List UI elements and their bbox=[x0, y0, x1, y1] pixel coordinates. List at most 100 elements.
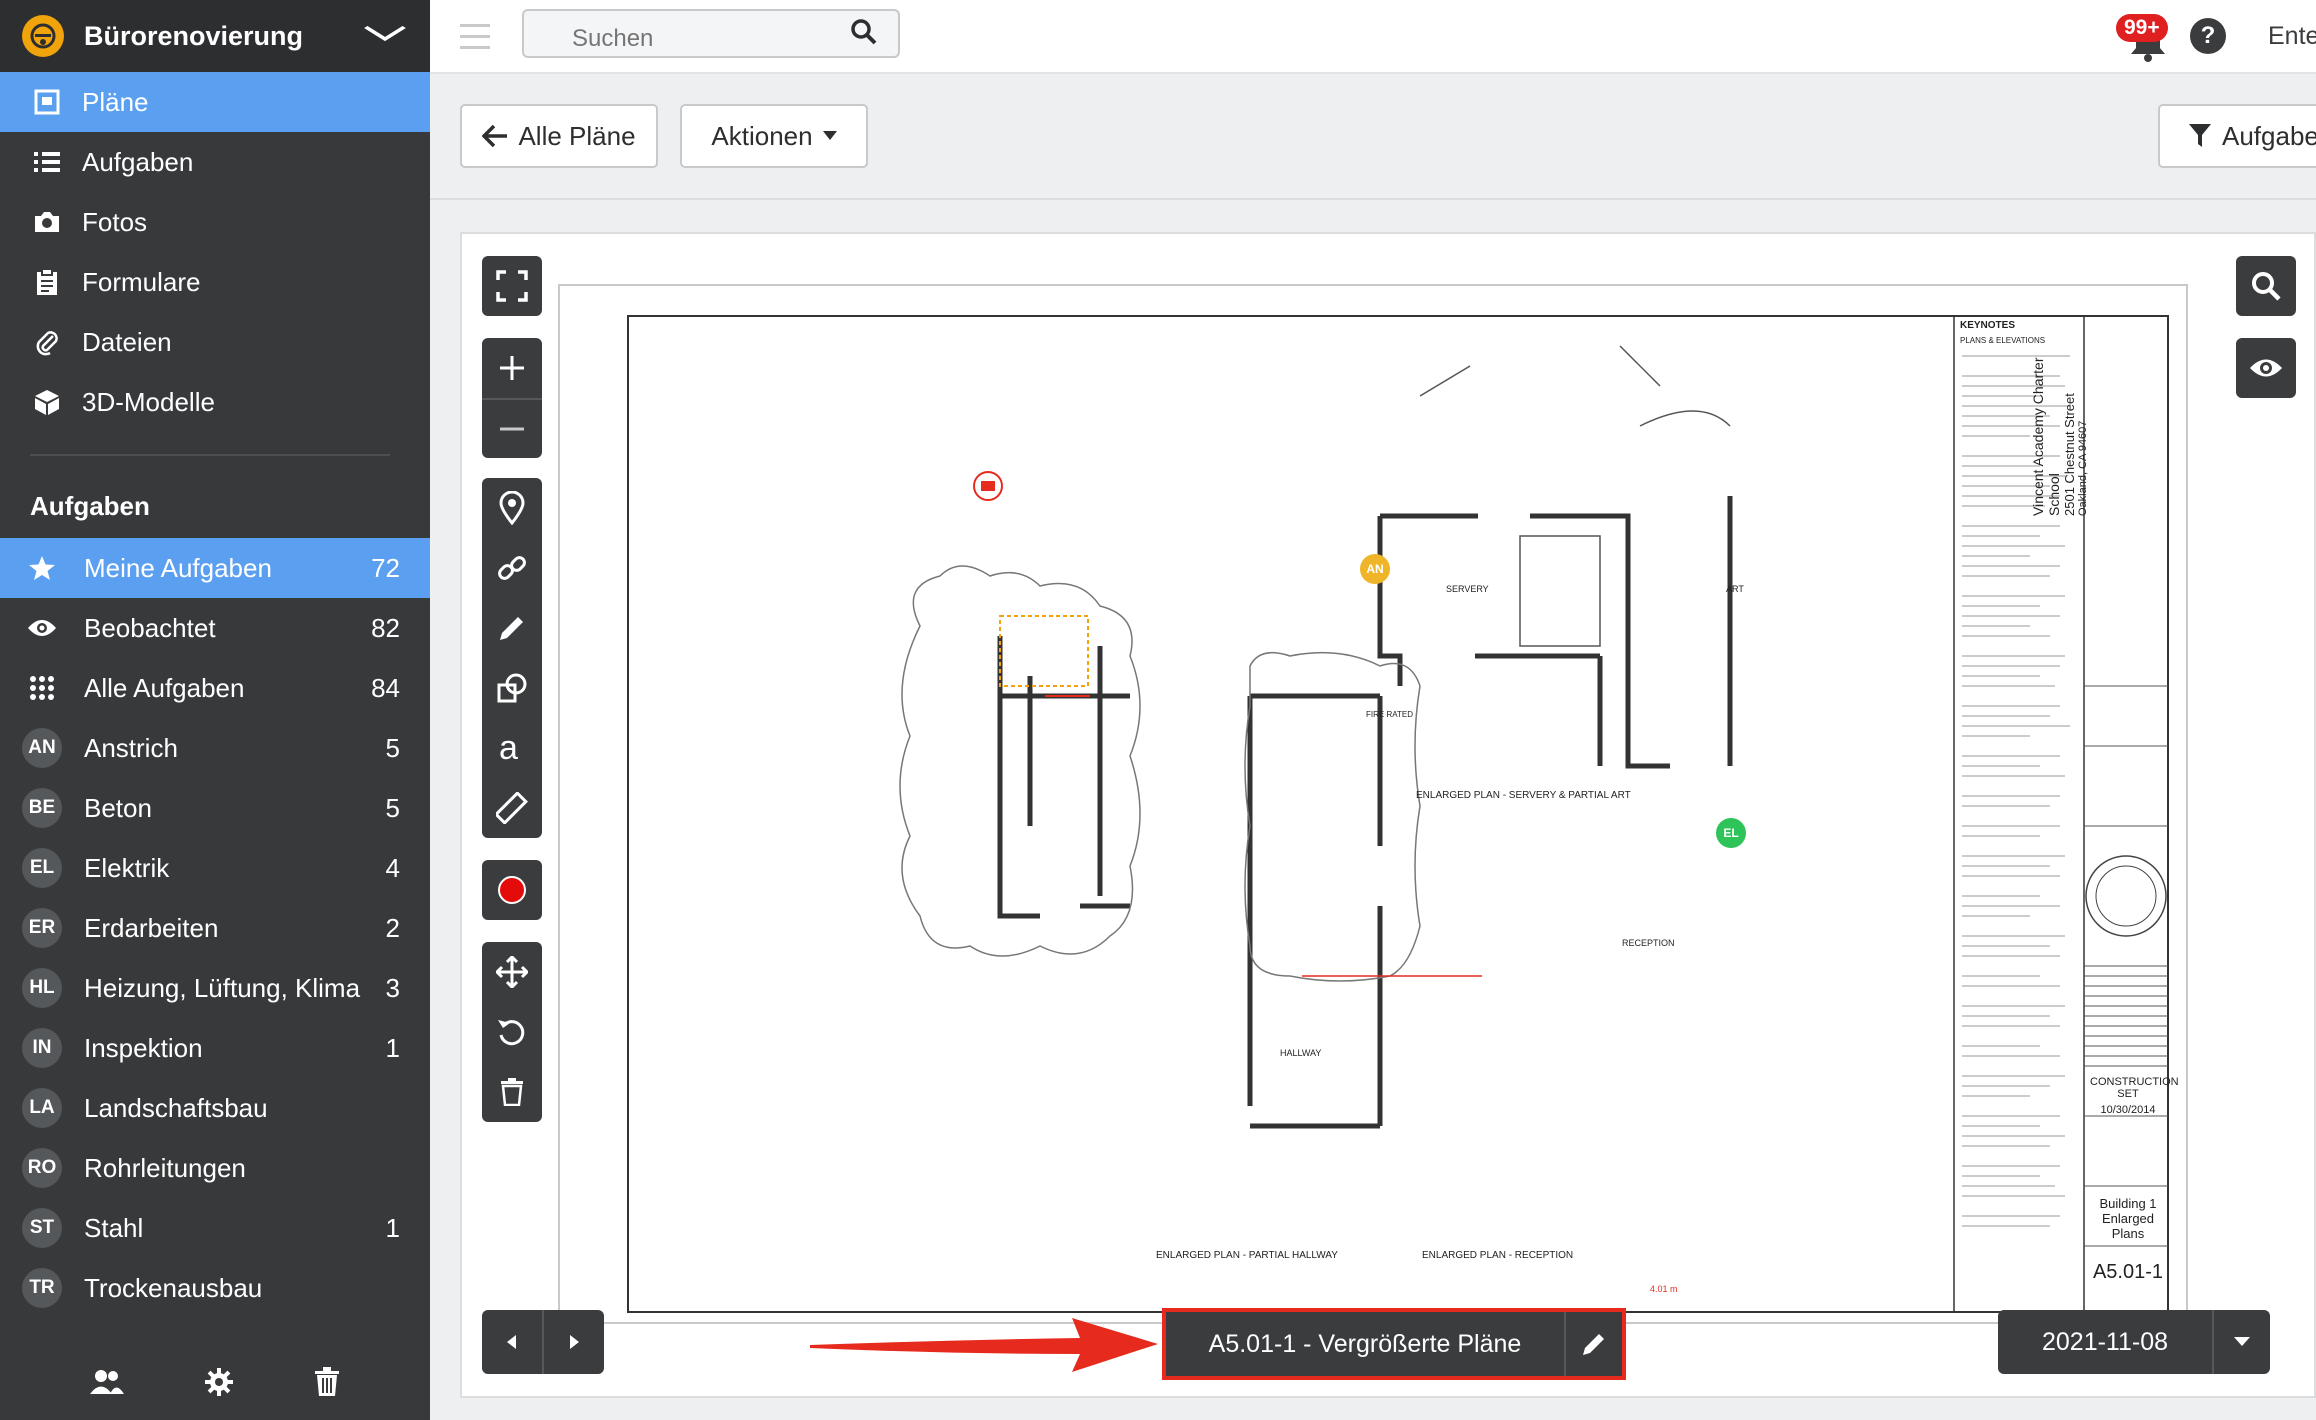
sheet-name: A5.01-1 - Vergrößerte Pläne bbox=[1208, 1329, 1522, 1358]
nav-item-plans[interactable]: Pläne bbox=[0, 72, 430, 132]
task-filter-label: Stahl bbox=[84, 1212, 144, 1243]
nav-item-tasks[interactable]: Aufgaben bbox=[0, 132, 430, 192]
notifications-button[interactable]: 99+ bbox=[2116, 14, 2178, 64]
category-badge: AN bbox=[22, 728, 62, 768]
nav-label: Dateien bbox=[82, 326, 172, 357]
task-category-item[interactable]: TR Trockenausbau bbox=[0, 1258, 430, 1318]
task-category-item[interactable]: EL Elektrik 4 bbox=[0, 838, 430, 898]
task-filter-button-label: Aufgabe bbox=[2222, 120, 2316, 151]
caret-right-icon bbox=[570, 1335, 579, 1349]
task-pin-elektrik[interactable]: EL bbox=[1716, 818, 1746, 848]
project-switcher[interactable]: Bürorenovierung bbox=[0, 0, 430, 72]
search-plan-button[interactable] bbox=[2236, 256, 2296, 316]
move-tool[interactable] bbox=[482, 942, 542, 1002]
plans-icon bbox=[30, 89, 64, 115]
task-filter-watched[interactable]: Beobachtet 82 bbox=[0, 598, 430, 658]
sidebar-footer bbox=[0, 1348, 430, 1420]
trash-icon[interactable] bbox=[314, 1366, 340, 1402]
gear-icon[interactable] bbox=[204, 1367, 234, 1402]
plan-viewer[interactable]: a KEYNOTES PLANS & ELEVATIONS Vincent Ac… bbox=[460, 232, 2316, 1398]
task-filter-label: Landschaftsbau bbox=[84, 1092, 268, 1123]
nav-label: Formulare bbox=[82, 266, 201, 297]
hamburger-menu-icon[interactable] bbox=[460, 24, 490, 57]
task-category-item[interactable]: HL Heizung, Lüftung, Klima 3 bbox=[0, 958, 430, 1018]
edit-sheet-button[interactable] bbox=[1564, 1312, 1622, 1376]
task-filter-all-tasks[interactable]: Alle Aufgaben 84 bbox=[0, 658, 430, 718]
caret-down-icon bbox=[822, 131, 837, 140]
link-tool[interactable] bbox=[482, 538, 542, 598]
grid-icon bbox=[22, 675, 62, 701]
category-badge: ER bbox=[22, 908, 62, 948]
shapes-icon bbox=[497, 673, 527, 703]
task-filter-label: Meine Aufgaben bbox=[84, 552, 272, 583]
nav-label: 3D-Modelle bbox=[82, 386, 215, 417]
task-category-item[interactable]: BE Beton 5 bbox=[0, 778, 430, 838]
zoom-in-button[interactable] bbox=[482, 338, 542, 398]
color-picker[interactable] bbox=[482, 860, 542, 920]
chevron-down-icon bbox=[361, 22, 409, 50]
previous-sheet-button[interactable] bbox=[482, 1310, 544, 1374]
users-icon[interactable] bbox=[90, 1369, 124, 1400]
task-category-item[interactable]: ST Stahl 1 bbox=[0, 1198, 430, 1258]
task-count: 5 bbox=[385, 732, 400, 763]
clipboard-icon bbox=[30, 268, 64, 296]
zoom-out-button[interactable] bbox=[482, 398, 542, 458]
search-input[interactable] bbox=[522, 9, 900, 58]
plan-sheet[interactable]: KEYNOTES PLANS & ELEVATIONS Vincent Acad… bbox=[558, 284, 2188, 1324]
task-category-item[interactable]: RO Rohrleitungen bbox=[0, 1138, 430, 1198]
visibility-button[interactable] bbox=[2236, 338, 2296, 398]
measure-tool[interactable] bbox=[482, 778, 542, 838]
delete-button[interactable] bbox=[482, 1062, 542, 1122]
text-tool[interactable]: a bbox=[482, 718, 542, 778]
keynotes-title: KEYNOTES bbox=[1960, 320, 2016, 331]
project-title-block: Vincent Academy Charter School 2501 Ches… bbox=[2030, 316, 2089, 517]
task-count: 84 bbox=[371, 672, 400, 703]
revision-date-selector[interactable]: 2021-11-08 bbox=[1998, 1310, 2270, 1374]
nav-item-photos[interactable]: Fotos bbox=[0, 192, 430, 252]
nav-item-3d-models[interactable]: 3D-Modelle bbox=[0, 372, 430, 432]
camera-icon bbox=[30, 210, 64, 234]
fire-rated-label: FIRE RATED bbox=[1366, 710, 1413, 719]
shapes-tool[interactable] bbox=[482, 658, 542, 718]
category-badge: ST bbox=[22, 1208, 62, 1248]
star-icon bbox=[22, 555, 62, 581]
task-count: 2 bbox=[385, 912, 400, 943]
task-count: 72 bbox=[371, 552, 400, 583]
all-plans-button[interactable]: Alle Pläne bbox=[460, 104, 658, 168]
pencil-icon bbox=[500, 617, 523, 640]
task-filter-my-tasks[interactable]: Meine Aufgaben 72 bbox=[0, 538, 430, 598]
task-category-item[interactable]: LA Landschaftsbau bbox=[0, 1078, 430, 1138]
revision-dropdown-button[interactable] bbox=[2212, 1310, 2270, 1374]
task-filter-label: Erdarbeiten bbox=[84, 912, 219, 943]
task-filter-label: Trockenausbau bbox=[84, 1272, 263, 1303]
nav-label: Aufgaben bbox=[82, 146, 194, 177]
task-category-item[interactable]: IN Inspektion 1 bbox=[0, 1018, 430, 1078]
task-pin-anstrich[interactable]: AN bbox=[1360, 554, 1390, 584]
dimension-label: 4.01 m bbox=[1650, 1284, 1678, 1294]
category-badge: BE bbox=[22, 788, 62, 828]
task-filter-label: Beobachtet bbox=[84, 612, 216, 643]
task-pin-label: AN bbox=[1366, 562, 1384, 576]
search-icon[interactable] bbox=[850, 18, 878, 51]
arrow-left-icon bbox=[482, 124, 508, 148]
actions-dropdown[interactable]: Aktionen bbox=[680, 104, 868, 168]
task-category-item[interactable]: ER Erdarbeiten 2 bbox=[0, 898, 430, 958]
next-sheet-button[interactable] bbox=[544, 1310, 604, 1374]
nav-item-forms[interactable]: Formulare bbox=[0, 252, 430, 312]
category-badge: RO bbox=[22, 1148, 62, 1188]
plan-label-hallway: ENLARGED PLAN - PARTIAL HALLWAY bbox=[1156, 1250, 1338, 1261]
user-menu[interactable]: Ente bbox=[2268, 22, 2316, 51]
sidebar: Bürorenovierung Pläne Aufgaben Fotos For… bbox=[0, 0, 430, 1420]
nav-item-files[interactable]: Dateien bbox=[0, 312, 430, 372]
annotation-arrow-icon bbox=[810, 1318, 1158, 1372]
task-filter-button[interactable]: Aufgabe bbox=[2158, 104, 2316, 168]
task-category-item[interactable]: AN Anstrich 5 bbox=[0, 718, 430, 778]
fullscreen-button[interactable] bbox=[482, 256, 542, 316]
task-filter-label: Inspektion bbox=[84, 1032, 203, 1063]
pencil-tool[interactable] bbox=[482, 598, 542, 658]
sheet-selector[interactable]: A5.01-1 - Vergrößerte Pläne bbox=[1162, 1308, 1626, 1380]
pin-tool[interactable] bbox=[482, 478, 542, 538]
task-filter-label: Beton bbox=[84, 792, 152, 823]
undo-button[interactable] bbox=[482, 1002, 542, 1062]
help-icon[interactable]: ? bbox=[2190, 18, 2226, 54]
